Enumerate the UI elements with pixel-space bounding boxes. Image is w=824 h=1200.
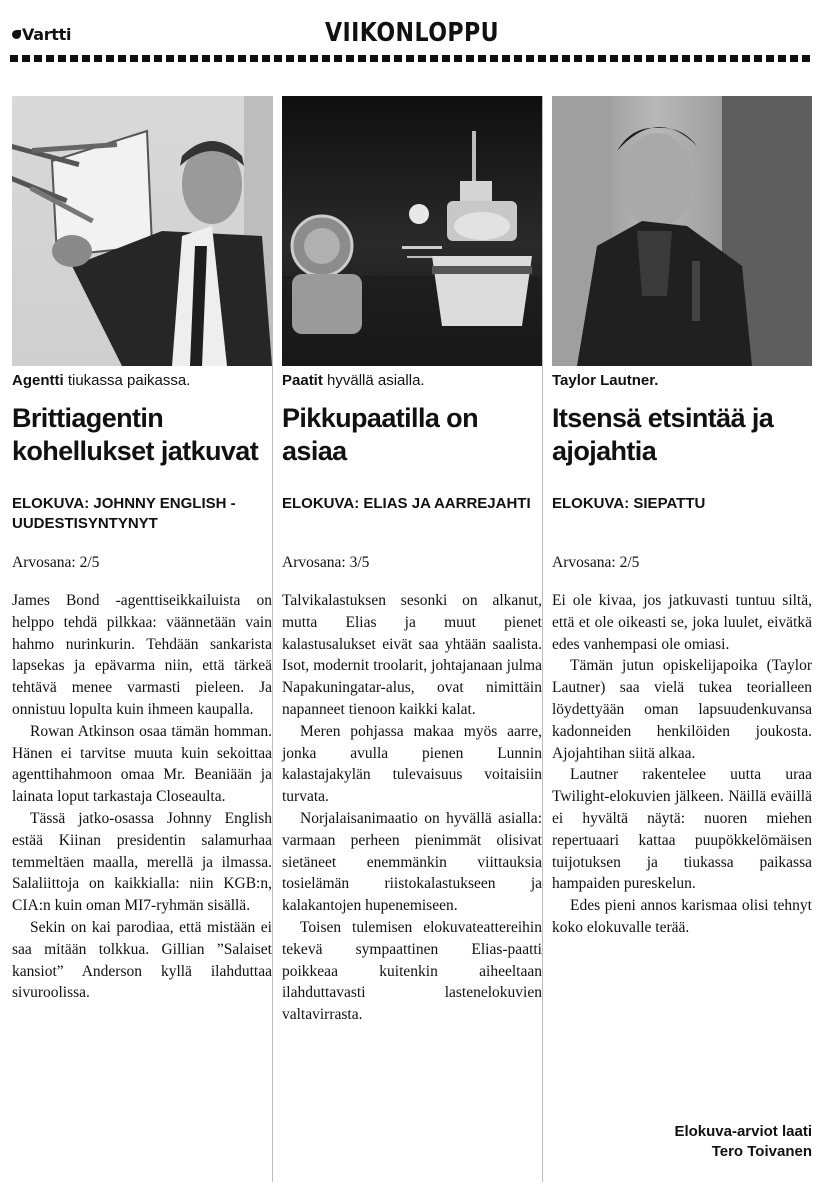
caption-lead: Taylor Lautner.	[552, 372, 659, 389]
paragraph: Tämän jutun opiskelijapoika (Taylor Laut…	[552, 657, 812, 762]
paragraph: Edes pieni annos karismaa olisi tehnyt k…	[552, 897, 812, 936]
paragraph: Sekin on kai parodiaa, että mistään ei s…	[12, 918, 272, 1002]
photo-caption: Paatit hyvällä asialla.	[282, 372, 542, 390]
logo-mark-icon	[12, 30, 21, 39]
paragraph: Norjalaisanimaatio on hyvällä asialla: v…	[282, 809, 542, 915]
article-body: Talvikalastuksen sesonki on alkanut, mut…	[282, 590, 542, 1026]
caption-lead: Paatit	[282, 372, 323, 389]
paragraph: Tässä jatko-osassa Johnny English estää …	[12, 809, 272, 915]
paragraph: Ei ole kivaa, jos jatkuvasti tuntuu silt…	[552, 592, 812, 653]
paragraph: Rowan Atkinson osaa tämän homman. Hänen …	[12, 722, 272, 806]
film-title: ELOKUVA: JOHNNY ENGLISH - UUDESTISYNTYNY…	[12, 495, 236, 532]
photo-caption: Agentti tiukassa paikassa.	[12, 372, 272, 390]
credit-line: Elokuva-arviot laati	[674, 1123, 812, 1140]
caption-lead: Agentti	[12, 372, 64, 389]
article-elias: Paatit hyvällä asialla. Pikkupaatilla on…	[282, 96, 542, 1026]
credit-author: Tero Toivanen	[711, 1143, 812, 1160]
caption-text: tiukassa paikassa.	[63, 372, 191, 389]
article-headline: Brittiagentin kohellukset jatkuvat	[12, 403, 259, 466]
rating: Arvosana: 2/5	[12, 554, 100, 571]
film-title: ELOKUVA: SIEPATTU	[552, 495, 706, 512]
article-photo	[282, 96, 542, 366]
paragraph: James Bond -agenttiseikkailuista on help…	[12, 592, 272, 718]
column-divider	[272, 96, 273, 1182]
section-title: VIIKONLOPPU	[324, 18, 500, 48]
paragraph: Meren pohjassa makaa myös aarre, jonka a…	[282, 722, 542, 806]
article-photo	[552, 96, 812, 366]
film-title: ELOKUVA: ELIAS JA AARREJAHTI	[282, 495, 531, 512]
review-credit: Elokuva-arviot laati Tero Toivanen	[674, 1122, 812, 1162]
boats-photo-illustration	[282, 131, 542, 366]
column-divider	[542, 96, 543, 1182]
rating: Arvosana: 3/5	[282, 554, 370, 571]
article-body: Ei ole kivaa, jos jatkuvasti tuntuu silt…	[552, 590, 812, 939]
article-johnny-english: Agentti tiukassa paikassa. Brittiagentin…	[12, 96, 272, 1004]
paragraph: Talvikalastuksen sesonki on alkanut, mut…	[282, 592, 542, 718]
rating: Arvosana: 2/5	[552, 554, 640, 571]
agent-photo-illustration	[12, 96, 272, 366]
article-body: James Bond -agenttiseikkailuista on help…	[12, 590, 272, 1004]
article-headline: Itsensä etsintää ja ajojahtia	[552, 403, 774, 466]
actor-photo-illustration	[552, 96, 812, 366]
article-siepattu: Taylor Lautner. Itsensä etsintää ja ajoj…	[552, 96, 812, 939]
dashed-divider	[10, 55, 814, 62]
caption-text: hyvällä asialla.	[322, 372, 425, 389]
article-photo	[12, 96, 272, 366]
paragraph: Lautner rakentelee uutta uraa Twilight-e…	[552, 766, 812, 893]
paragraph: Toisen tulemisen elokuvateattereihin tek…	[282, 918, 542, 1024]
photo-caption: Taylor Lautner.	[552, 372, 812, 390]
article-headline: Pikkupaatilla on asiaa	[282, 403, 479, 466]
